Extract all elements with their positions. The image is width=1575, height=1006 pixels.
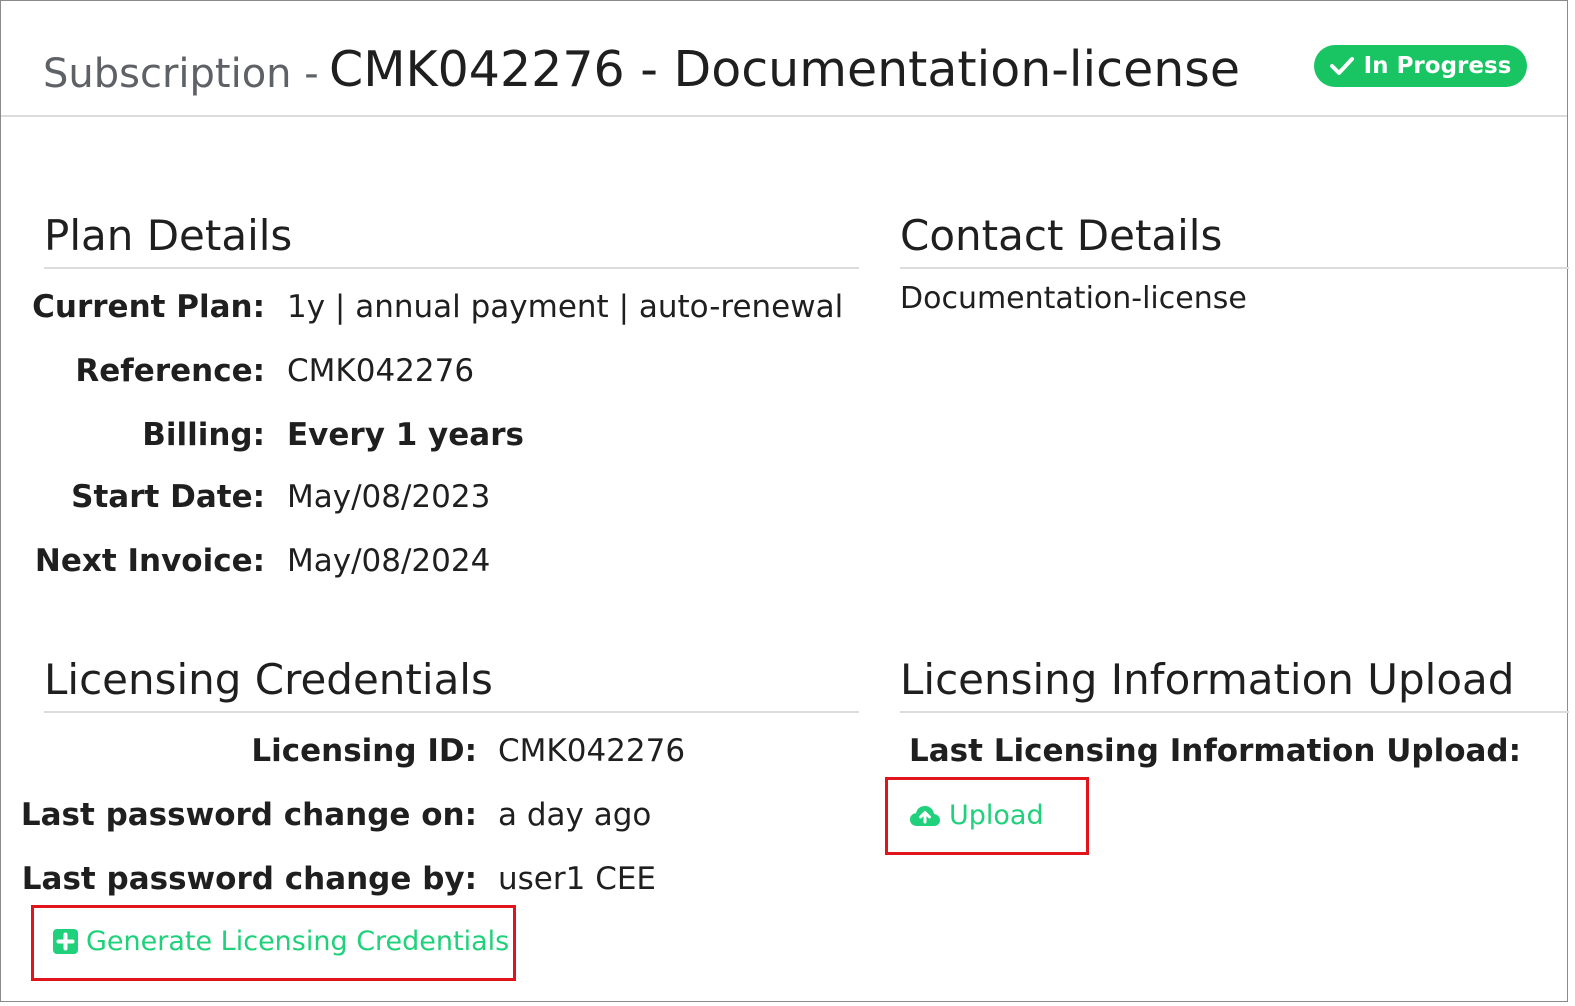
contact-details-title: Contact Details <box>900 211 1223 260</box>
highlight-upload-box <box>885 777 1089 855</box>
page-header: Subscription - CMK042276 - Documentation… <box>1 1 1567 117</box>
current-plan-value: 1y | annual payment | auto-renewal <box>287 289 844 325</box>
contact-details-divider <box>900 267 1569 269</box>
status-badge: In Progress <box>1314 45 1527 87</box>
check-icon <box>1329 57 1354 75</box>
start-date-value: May/08/2023 <box>287 479 491 515</box>
next-invoice-value: May/08/2024 <box>287 543 491 579</box>
last-password-change-by-label: Last password change by: <box>21 861 477 897</box>
subscription-panel: Subscription - CMK042276 - Documentation… <box>0 0 1569 1002</box>
licensing-id-value: CMK042276 <box>498 733 686 769</box>
contact-details-value: Documentation-license <box>900 281 1247 316</box>
current-plan-label: Current Plan: <box>32 289 265 325</box>
licensing-upload-title: Licensing Information Upload <box>900 655 1515 704</box>
billing-value: Every 1 years <box>287 417 524 453</box>
licensing-credentials-title: Licensing Credentials <box>44 655 493 704</box>
page-title-prefix: Subscription - <box>43 51 319 97</box>
licensing-id-label: Licensing ID: <box>251 733 477 769</box>
last-upload-label: Last Licensing Information Upload: <box>909 733 1522 769</box>
last-password-change-on-value: a day ago <box>498 797 652 833</box>
licensing-credentials-divider <box>44 711 859 713</box>
page-title: CMK042276 - Documentation-license <box>329 41 1240 98</box>
billing-label: Billing: <box>142 417 265 453</box>
next-invoice-label: Next Invoice: <box>34 543 265 579</box>
last-password-change-on-label: Last password change on: <box>20 797 477 833</box>
reference-value: CMK042276 <box>287 353 475 389</box>
plan-details-title: Plan Details <box>44 211 293 260</box>
plan-details-divider <box>44 267 859 269</box>
status-text: In Progress <box>1363 53 1512 79</box>
licensing-upload-divider <box>900 711 1569 713</box>
highlight-generate-box <box>31 905 516 981</box>
reference-label: Reference: <box>75 353 265 389</box>
last-password-change-by-value: user1 CEE <box>498 861 657 897</box>
start-date-label: Start Date: <box>71 479 265 515</box>
